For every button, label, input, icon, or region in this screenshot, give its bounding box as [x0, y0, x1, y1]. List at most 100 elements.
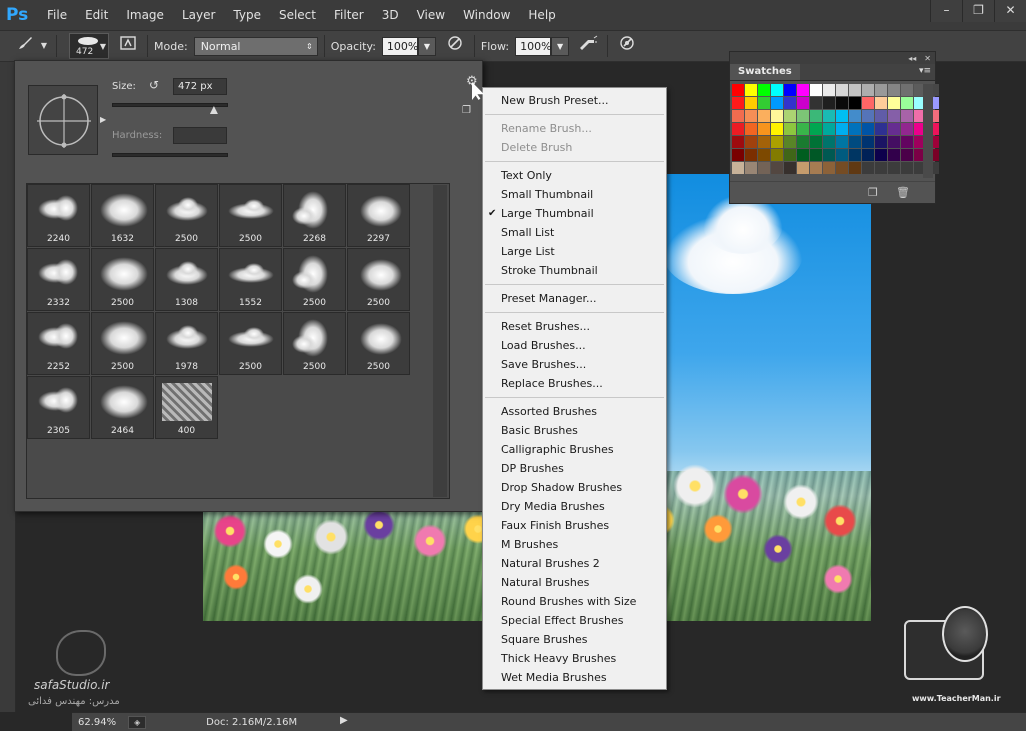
swatch[interactable]	[797, 123, 809, 135]
swatch[interactable]	[901, 123, 913, 135]
menu-item-calligraphic-brushes[interactable]: Calligraphic Brushes	[483, 440, 666, 459]
swatch[interactable]	[836, 97, 848, 109]
swatch[interactable]	[862, 123, 874, 135]
swatch[interactable]	[862, 149, 874, 161]
brush-preset-item[interactable]: 2464	[91, 376, 154, 439]
brush-preset-item[interactable]: 2500	[91, 248, 154, 311]
menu-item-text-only[interactable]: Text Only	[483, 166, 666, 185]
menu-item-small-thumbnail[interactable]: Small Thumbnail	[483, 185, 666, 204]
brush-preset-item[interactable]: 2500	[283, 248, 346, 311]
swatch[interactable]	[745, 97, 757, 109]
swatch[interactable]	[849, 84, 861, 96]
swatch[interactable]	[771, 97, 783, 109]
brush-tip-preview[interactable]	[28, 85, 98, 155]
swatch[interactable]	[745, 162, 757, 174]
menu-item-round-brushes-with-size[interactable]: Round Brushes with Size	[483, 592, 666, 611]
menu-file[interactable]: File	[38, 0, 76, 30]
swatch[interactable]	[732, 84, 744, 96]
swatch[interactable]	[784, 149, 796, 161]
swatch[interactable]	[784, 97, 796, 109]
menu-item-large-list[interactable]: Large List	[483, 242, 666, 261]
menu-item-large-thumbnail[interactable]: ✔ Large Thumbnail	[483, 204, 666, 223]
swatch[interactable]	[784, 123, 796, 135]
photoshop-logo-icon[interactable]: Ps	[6, 4, 30, 26]
swatch[interactable]	[810, 123, 822, 135]
status-info-icon[interactable]: ◈	[128, 715, 147, 729]
menu-item-m-brushes[interactable]: M Brushes	[483, 535, 666, 554]
swatch[interactable]	[862, 84, 874, 96]
brush-preset-item[interactable]: 1632	[91, 184, 154, 247]
swatch[interactable]	[823, 149, 835, 161]
tool-preset-dropdown-icon[interactable]: ▼	[38, 34, 50, 58]
menu-item-thick-heavy-brushes[interactable]: Thick Heavy Brushes	[483, 649, 666, 668]
swatch[interactable]	[823, 97, 835, 109]
brush-tool-icon[interactable]	[12, 34, 38, 58]
swatch[interactable]	[901, 110, 913, 122]
swatch[interactable]	[888, 110, 900, 122]
menu-view[interactable]: View	[408, 0, 454, 30]
swatch[interactable]	[771, 149, 783, 161]
brush-preset-item[interactable]: 2332	[27, 248, 90, 311]
brush-preset-item[interactable]: 1552	[219, 248, 282, 311]
close-panel-icon[interactable]: ✕	[924, 54, 931, 63]
opacity-input[interactable]: 100%	[381, 36, 418, 56]
zoom-level[interactable]: 62.94%	[78, 717, 116, 728]
swatch[interactable]	[771, 162, 783, 174]
menu-type[interactable]: Type	[224, 0, 270, 30]
swatch[interactable]	[875, 123, 887, 135]
swatch[interactable]	[888, 84, 900, 96]
menu-item-replace-brushes[interactable]: Replace Brushes...	[483, 374, 666, 393]
brush-preset-item[interactable]: 2500	[91, 312, 154, 375]
menu-3d[interactable]: 3D	[373, 0, 408, 30]
menu-item-save-brushes[interactable]: Save Brushes...	[483, 355, 666, 374]
swatch[interactable]	[888, 97, 900, 109]
swatch[interactable]	[849, 136, 861, 148]
brush-preset-picker[interactable]: 472 ▼	[69, 33, 109, 59]
menu-item-preset-manager[interactable]: Preset Manager...	[483, 289, 666, 308]
swatch[interactable]	[732, 149, 744, 161]
menu-item-special-effect-brushes[interactable]: Special Effect Brushes	[483, 611, 666, 630]
menu-filter[interactable]: Filter	[325, 0, 373, 30]
swatch[interactable]	[849, 123, 861, 135]
swatch[interactable]	[823, 84, 835, 96]
swatch[interactable]	[810, 149, 822, 161]
menu-item-square-brushes[interactable]: Square Brushes	[483, 630, 666, 649]
swatch[interactable]	[875, 97, 887, 109]
menu-image[interactable]: Image	[117, 0, 173, 30]
menu-item-wet-media-brushes[interactable]: Wet Media Brushes	[483, 668, 666, 687]
status-menu-arrow-icon[interactable]: ▶	[340, 715, 348, 726]
swatch[interactable]	[836, 149, 848, 161]
swatch[interactable]	[732, 123, 744, 135]
brush-preset-item[interactable]: 1308	[155, 248, 218, 311]
swatch[interactable]	[758, 123, 770, 135]
swatch[interactable]	[732, 162, 744, 174]
swatch[interactable]	[823, 136, 835, 148]
reset-size-icon[interactable]: ↺	[149, 78, 159, 92]
swatch[interactable]	[901, 149, 913, 161]
menu-item-dp-brushes[interactable]: DP Brushes	[483, 459, 666, 478]
swatch[interactable]	[836, 84, 848, 96]
swatch[interactable]	[901, 162, 913, 174]
trash-icon[interactable]: 🗑	[896, 186, 910, 199]
brush-preset-item[interactable]: 2268	[283, 184, 346, 247]
swatch[interactable]	[797, 136, 809, 148]
brush-preset-item[interactable]: 2305	[27, 376, 90, 439]
swatch[interactable]	[758, 136, 770, 148]
new-swatch-icon[interactable]: ❐	[868, 186, 878, 199]
menu-item-load-brushes[interactable]: Load Brushes...	[483, 336, 666, 355]
menu-item-natural-brushes[interactable]: Natural Brushes	[483, 573, 666, 592]
swatch[interactable]	[875, 136, 887, 148]
brush-preset-item[interactable]: 2500	[347, 312, 410, 375]
menu-item-dry-media-brushes[interactable]: Dry Media Brushes	[483, 497, 666, 516]
swatch[interactable]	[836, 162, 848, 174]
swatch[interactable]	[810, 97, 822, 109]
swatch[interactable]	[810, 162, 822, 174]
new-preset-icon[interactable]: ❐	[462, 105, 471, 116]
swatch[interactable]	[836, 110, 848, 122]
swatch[interactable]	[888, 123, 900, 135]
swatch[interactable]	[901, 136, 913, 148]
preset-scrollbar[interactable]	[433, 185, 447, 497]
swatch[interactable]	[862, 110, 874, 122]
menu-help[interactable]: Help	[519, 0, 564, 30]
brush-preset-item[interactable]: 1978	[155, 312, 218, 375]
